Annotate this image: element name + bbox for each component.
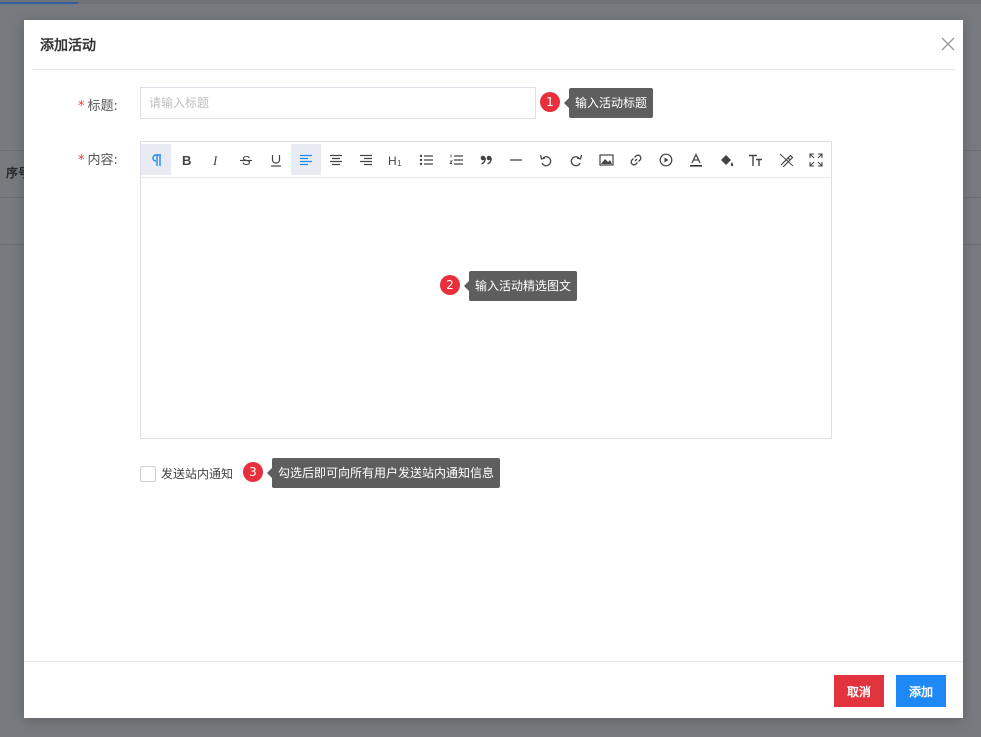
align-left-icon[interactable] (291, 144, 321, 175)
cancel-button[interactable]: 取消 (834, 675, 884, 707)
background-table-row (0, 196, 24, 245)
background-active-tab-indicator (0, 2, 78, 4)
heading-icon[interactable]: H1 (381, 144, 411, 175)
editor-toolbar: B I S H1 (141, 142, 831, 178)
notify-option[interactable]: 发送站内通知 (140, 465, 233, 482)
fill-color-icon[interactable] (711, 144, 741, 175)
image-icon[interactable] (591, 144, 621, 175)
hint-badge-3: 3 (243, 462, 263, 482)
hint-badge-2: 2 (440, 275, 460, 295)
editor-content-area[interactable] (141, 178, 831, 438)
strikethrough-icon[interactable]: S (231, 144, 261, 175)
required-star: * (78, 99, 85, 114)
svg-text:1: 1 (397, 159, 402, 167)
video-icon[interactable] (651, 144, 681, 175)
undo-icon[interactable] (531, 144, 561, 175)
hint-tooltip-2: 输入活动精选图文 (463, 271, 578, 301)
dialog-header: 添加活动 (32, 20, 955, 70)
bullet-list-icon[interactable] (411, 144, 441, 175)
add-button[interactable]: 添加 (896, 675, 946, 707)
link-icon[interactable] (621, 144, 651, 175)
required-star: * (78, 153, 85, 168)
quote-icon[interactable] (471, 144, 501, 175)
close-icon[interactable] (940, 36, 956, 52)
paragraph-icon[interactable] (141, 144, 171, 175)
notify-label: 发送站内通知 (161, 467, 234, 481)
fullscreen-icon[interactable] (801, 144, 831, 175)
title-input[interactable] (140, 87, 536, 119)
add-activity-dialog: 添加活动 *标题: *内容: B I S (24, 20, 963, 718)
background-top-bar (0, 0, 981, 4)
background-table-row-right (963, 196, 981, 245)
clear-format-icon[interactable] (771, 144, 801, 175)
svg-text:I: I (212, 153, 218, 167)
content-label: * 内容: (78, 149, 118, 168)
hint-badge-1: 1 (540, 92, 560, 112)
underline-icon[interactable] (261, 144, 291, 175)
content-label-text: 内容: (87, 153, 118, 168)
font-color-icon[interactable] (681, 144, 711, 175)
dialog-footer: 取消 添加 (24, 661, 963, 719)
background-table-header-seq: 序号 (6, 166, 24, 180)
numbered-list-icon[interactable] (441, 144, 471, 175)
align-center-icon[interactable] (321, 144, 351, 175)
hint-tooltip-3: 勾选后即可向所有用户发送站内通知信息 (266, 458, 501, 488)
dialog-title: 添加活动 (40, 38, 96, 54)
notify-checkbox[interactable] (140, 465, 156, 482)
font-size-icon[interactable] (741, 144, 771, 175)
horizontal-rule-icon[interactable] (501, 144, 531, 175)
title-label: * 标题: (78, 95, 118, 114)
svg-text:H: H (388, 154, 397, 167)
italic-icon[interactable]: I (201, 144, 231, 175)
bold-icon[interactable]: B (171, 144, 201, 175)
align-right-icon[interactable] (351, 144, 381, 175)
hint-tooltip-1: 输入活动标题 (563, 88, 654, 118)
redo-icon[interactable] (561, 144, 591, 175)
background-table-header-row-right (963, 150, 981, 198)
title-label-text: 标题: (87, 99, 118, 114)
svg-text:B: B (182, 153, 191, 167)
